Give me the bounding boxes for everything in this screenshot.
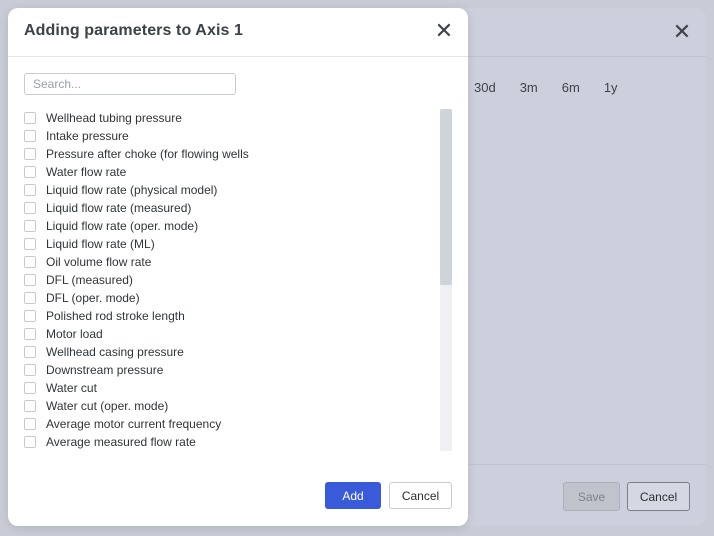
list-item-label: Wellhead tubing pressure bbox=[46, 111, 182, 125]
range-6m-button[interactable]: 6m bbox=[562, 80, 580, 95]
list-item[interactable]: Water flow rate bbox=[24, 163, 434, 181]
checkbox[interactable] bbox=[24, 382, 36, 394]
list-item[interactable]: Average measured flow rate bbox=[24, 433, 434, 451]
checkbox[interactable] bbox=[24, 292, 36, 304]
checkbox[interactable] bbox=[24, 328, 36, 340]
add-parameters-modal: Adding parameters to Axis 1 ✕ Wellhead t… bbox=[8, 8, 468, 526]
list-item-label: Liquid flow rate (ML) bbox=[46, 237, 155, 251]
list-item-label: Water flow rate bbox=[46, 165, 127, 179]
list-item[interactable]: Average motor current frequency bbox=[24, 415, 434, 433]
background-cancel-button[interactable]: Cancel bbox=[627, 482, 690, 511]
list-item[interactable]: Liquid flow rate (physical model) bbox=[24, 181, 434, 199]
checkbox[interactable] bbox=[24, 184, 36, 196]
list-item[interactable]: Wellhead casing pressure bbox=[24, 343, 434, 361]
list-item-label: Oil volume flow rate bbox=[46, 255, 152, 269]
list-item-label: DFL (oper. mode) bbox=[46, 291, 140, 305]
list-item-label: DFL (measured) bbox=[46, 273, 133, 287]
list-item-label: Water cut (oper. mode) bbox=[46, 399, 169, 413]
search-input[interactable] bbox=[24, 73, 236, 95]
list-item-label: Motor load bbox=[46, 327, 103, 341]
list-item-label: Liquid flow rate (oper. mode) bbox=[46, 219, 199, 233]
scrollbar-thumb[interactable] bbox=[440, 109, 452, 285]
checkbox[interactable] bbox=[24, 364, 36, 376]
parameter-list: Wellhead tubing pressure Intake pressure P… bbox=[24, 109, 434, 451]
close-icon[interactable]: ✕ bbox=[434, 20, 454, 42]
list-item-label: Average motor current frequency bbox=[46, 417, 222, 431]
checkbox[interactable] bbox=[24, 130, 36, 142]
list-item-label: Pressure after choke (for flowing wells bbox=[46, 147, 249, 161]
checkbox[interactable] bbox=[24, 166, 36, 178]
checkbox[interactable] bbox=[24, 148, 36, 160]
checkbox[interactable] bbox=[24, 274, 36, 286]
checkbox[interactable] bbox=[24, 220, 36, 232]
list-item-label: Downstream pressure bbox=[46, 363, 164, 377]
range-30d-button[interactable]: 30d bbox=[474, 80, 496, 95]
background-close-icon[interactable]: ✕ bbox=[672, 21, 692, 43]
list-item[interactable]: Downstream pressure bbox=[24, 361, 434, 379]
checkbox[interactable] bbox=[24, 112, 36, 124]
cancel-button[interactable]: Cancel bbox=[389, 482, 452, 509]
list-item[interactable]: Wellhead tubing pressure bbox=[24, 109, 434, 127]
checkbox[interactable] bbox=[24, 310, 36, 322]
add-button[interactable]: Add bbox=[325, 482, 381, 509]
list-item-label: Liquid flow rate (measured) bbox=[46, 201, 192, 215]
list-item[interactable]: DFL (measured) bbox=[24, 271, 434, 289]
modal-header-divider bbox=[8, 56, 468, 57]
list-item-label: Water cut bbox=[46, 381, 97, 395]
checkbox[interactable] bbox=[24, 346, 36, 358]
checkbox[interactable] bbox=[24, 418, 36, 430]
checkbox[interactable] bbox=[24, 436, 36, 448]
list-item[interactable]: Motor load bbox=[24, 325, 434, 343]
list-item[interactable]: Polished rod stroke length bbox=[24, 307, 434, 325]
modal-title: Adding parameters to Axis 1 bbox=[24, 22, 244, 39]
save-button[interactable]: Save bbox=[563, 482, 620, 511]
time-range-selector: 30d 3m 6m 1y bbox=[474, 80, 642, 95]
list-item[interactable]: Intake pressure bbox=[24, 127, 434, 145]
list-item[interactable]: Pressure after choke (for flowing wells bbox=[24, 145, 434, 163]
checkbox[interactable] bbox=[24, 238, 36, 250]
checkbox[interactable] bbox=[24, 400, 36, 412]
list-item[interactable]: Liquid flow rate (measured) bbox=[24, 199, 434, 217]
list-item[interactable]: Water cut bbox=[24, 379, 434, 397]
range-3m-button[interactable]: 3m bbox=[520, 80, 538, 95]
list-item-label: Wellhead casing pressure bbox=[46, 345, 184, 359]
list-scrollbar[interactable] bbox=[440, 109, 452, 451]
range-1y-button[interactable]: 1y bbox=[604, 80, 618, 95]
list-item-label: Average measured flow rate bbox=[46, 435, 196, 449]
list-item-label: Liquid flow rate (physical model) bbox=[46, 183, 218, 197]
checkbox[interactable] bbox=[24, 256, 36, 268]
checkbox[interactable] bbox=[24, 202, 36, 214]
list-item[interactable]: Oil volume flow rate bbox=[24, 253, 434, 271]
list-item[interactable]: Water cut (oper. mode) bbox=[24, 397, 434, 415]
list-item[interactable]: DFL (oper. mode) bbox=[24, 289, 434, 307]
list-item[interactable]: Liquid flow rate (ML) bbox=[24, 235, 434, 253]
list-item-label: Intake pressure bbox=[46, 129, 129, 143]
list-item-label: Polished rod stroke length bbox=[46, 309, 185, 323]
list-item[interactable]: Liquid flow rate (oper. mode) bbox=[24, 217, 434, 235]
